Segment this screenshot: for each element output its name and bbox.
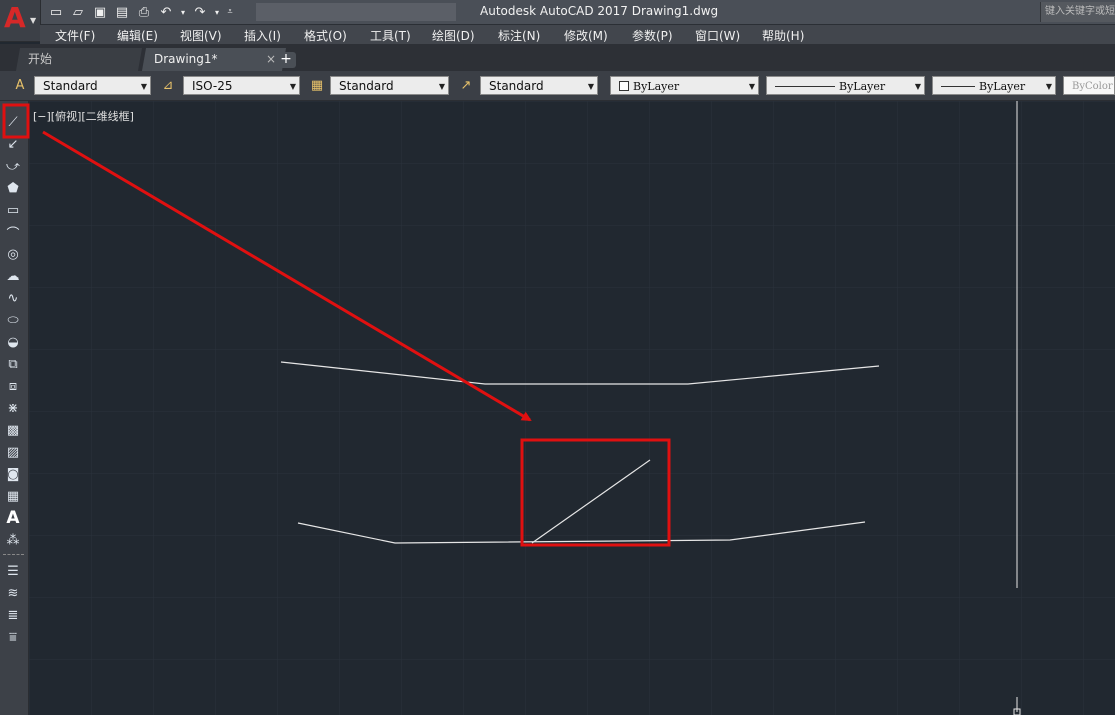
highlight-box-line-tool	[2, 103, 30, 139]
drawing-canvas	[2, 101, 1115, 715]
viewport-controls-label[interactable]: [−][俯视][二维线框]	[33, 108, 134, 124]
grid	[29, 101, 1115, 715]
